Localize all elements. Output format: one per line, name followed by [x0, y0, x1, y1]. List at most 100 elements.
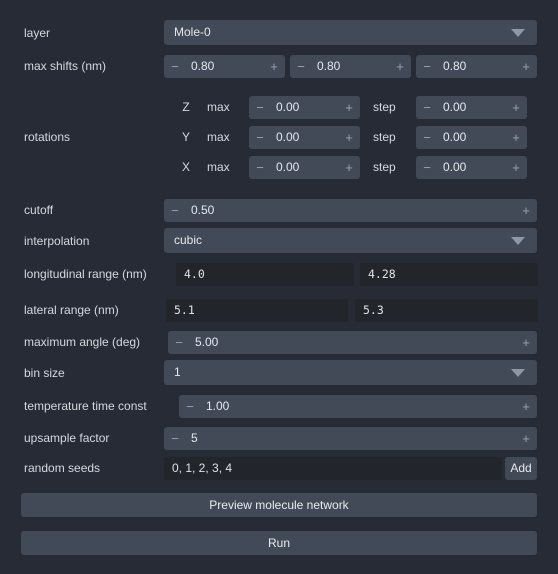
lateral-range-max-input[interactable]: 5.3	[355, 298, 538, 322]
label-interpolation: interpolation	[24, 233, 90, 248]
max-shift-x-spinbox[interactable]: − 0.80 +	[164, 54, 285, 78]
row-rotation-z: Z max − 0.00 + step − 0.00 +	[0, 94, 558, 120]
increment-icon[interactable]: +	[515, 427, 537, 450]
increment-icon[interactable]: +	[505, 126, 527, 149]
rotation-max-caption-x: max	[207, 160, 230, 174]
increment-icon[interactable]: +	[515, 331, 537, 354]
decrement-icon[interactable]: −	[164, 427, 186, 450]
longitudinal-range-min-value: 4.0	[184, 266, 205, 281]
increment-icon[interactable]: +	[389, 55, 411, 78]
cutoff-spinbox[interactable]: − 0.50 +	[164, 198, 537, 222]
decrement-icon[interactable]: −	[164, 55, 186, 78]
label-random-seeds: random seeds	[24, 461, 101, 475]
chevron-down-icon	[511, 28, 525, 37]
add-seed-button[interactable]: Add	[505, 456, 537, 480]
increment-icon[interactable]: +	[338, 126, 360, 149]
decrement-icon[interactable]: −	[416, 96, 438, 119]
bin-size-value: 1	[174, 365, 181, 379]
label-max-shifts: max shifts (nm)	[24, 59, 107, 73]
row-max-shifts: max shifts (nm) − 0.80 + − 0.80 + − 0.80…	[0, 53, 558, 79]
chevron-down-icon	[511, 368, 525, 377]
decrement-icon[interactable]: −	[249, 156, 271, 179]
increment-icon[interactable]: +	[515, 395, 537, 418]
rotation-z-max-spinbox[interactable]: − 0.00 +	[249, 95, 360, 119]
decrement-icon[interactable]: −	[290, 55, 312, 78]
rotation-y-step-spinbox[interactable]: − 0.00 +	[416, 125, 527, 149]
label-maximum-angle: maximum angle (deg)	[24, 335, 141, 349]
temperature-time-const-spinbox[interactable]: − 1.00 +	[179, 394, 537, 418]
rotation-x-max-spinbox[interactable]: − 0.00 +	[249, 155, 360, 179]
rotation-z-step-spinbox[interactable]: − 0.00 +	[416, 95, 527, 119]
longitudinal-range-max-value: 4.28	[368, 266, 396, 281]
rotation-step-caption-y: step	[373, 130, 396, 144]
increment-icon[interactable]: +	[263, 55, 285, 78]
rotation-z-step-value: 0.00	[443, 99, 467, 114]
row-random-seeds: random seeds 0, 1, 2, 3, 4 Add	[0, 455, 558, 481]
rotation-axis-label-x: X	[181, 160, 190, 174]
label-bin-size: bin size	[24, 365, 65, 380]
lateral-range-min-value: 5.1	[174, 302, 195, 317]
increment-icon[interactable]: +	[338, 156, 360, 179]
interpolation-value: cubic	[174, 233, 203, 247]
increment-icon[interactable]: +	[338, 96, 360, 119]
simulation-settings-panel: layer Mole-0 max shifts (nm) − 0.80 + − …	[0, 0, 558, 574]
row-rotation-x: X max − 0.00 + step − 0.00 +	[0, 154, 558, 180]
row-longitudinal-range: longitudinal range (nm) 4.0 4.28	[0, 261, 558, 287]
preview-molecule-network-button[interactable]: Preview molecule network	[21, 493, 537, 517]
longitudinal-range-max-input[interactable]: 4.28	[360, 262, 538, 286]
decrement-icon[interactable]: −	[249, 96, 271, 119]
decrement-icon[interactable]: −	[416, 126, 438, 149]
row-lateral-range: lateral range (nm) 5.1 5.3	[0, 297, 558, 323]
max-shift-x-value: 0.80	[191, 58, 215, 73]
label-lateral-range: lateral range (nm)	[24, 303, 119, 317]
rotation-x-step-spinbox[interactable]: − 0.00 +	[416, 155, 527, 179]
longitudinal-range-min-input[interactable]: 4.0	[176, 262, 354, 286]
rotation-x-max-value: 0.00	[276, 159, 300, 174]
random-seeds-value: 0, 1, 2, 3, 4	[172, 460, 233, 475]
decrement-icon[interactable]: −	[164, 199, 186, 222]
upsample-factor-spinbox[interactable]: − 5 +	[164, 426, 537, 450]
increment-icon[interactable]: +	[515, 55, 537, 78]
label-cutoff: cutoff	[24, 203, 54, 217]
row-cutoff: cutoff − 0.50 +	[0, 197, 558, 223]
label-temperature-time-const: temperature time const	[24, 399, 147, 413]
rotation-max-caption-y: max	[207, 130, 230, 144]
max-shift-z-spinbox[interactable]: − 0.80 +	[416, 54, 537, 78]
increment-icon[interactable]: +	[505, 156, 527, 179]
temperature-time-const-value: 1.00	[206, 398, 230, 413]
rotation-y-max-spinbox[interactable]: − 0.00 +	[249, 125, 360, 149]
row-maximum-angle: maximum angle (deg) − 5.00 +	[0, 329, 558, 355]
lateral-range-min-input[interactable]: 5.1	[166, 298, 348, 322]
increment-icon[interactable]: +	[515, 199, 537, 222]
rotation-max-caption-z: max	[207, 100, 230, 114]
cutoff-value: 0.50	[191, 202, 215, 217]
row-layer: layer Mole-0	[0, 20, 558, 45]
bin-size-combobox[interactable]: 1	[164, 360, 537, 385]
row-temperature-time-const: temperature time const − 1.00 +	[0, 393, 558, 419]
label-layer: layer	[24, 25, 51, 40]
rotation-y-max-value: 0.00	[276, 129, 300, 144]
random-seeds-input[interactable]: 0, 1, 2, 3, 4	[164, 456, 502, 480]
maximum-angle-value: 5.00	[195, 334, 219, 349]
max-shift-y-spinbox[interactable]: − 0.80 +	[290, 54, 411, 78]
decrement-icon[interactable]: −	[179, 395, 201, 418]
run-button[interactable]: Run	[21, 531, 537, 555]
rotation-step-caption-z: step	[373, 100, 396, 114]
decrement-icon[interactable]: −	[416, 55, 438, 78]
row-rotation-y: Y max − 0.00 + step − 0.00 +	[0, 124, 558, 150]
interpolation-combobox[interactable]: cubic	[164, 228, 537, 253]
rotation-x-step-value: 0.00	[443, 159, 467, 174]
row-bin-size: bin size 1	[0, 360, 558, 385]
rotation-step-caption-x: step	[373, 160, 396, 174]
layer-combobox[interactable]: Mole-0	[164, 20, 537, 45]
decrement-icon[interactable]: −	[249, 126, 271, 149]
increment-icon[interactable]: +	[505, 96, 527, 119]
maximum-angle-spinbox[interactable]: − 5.00 +	[168, 330, 537, 354]
row-upsample-factor: upsample factor − 5 +	[0, 425, 558, 451]
lateral-range-max-value: 5.3	[363, 302, 384, 317]
max-shift-y-value: 0.80	[317, 58, 341, 73]
label-upsample-factor: upsample factor	[24, 431, 110, 445]
decrement-icon[interactable]: −	[168, 331, 190, 354]
layer-value: Mole-0	[174, 25, 211, 39]
decrement-icon[interactable]: −	[416, 156, 438, 179]
